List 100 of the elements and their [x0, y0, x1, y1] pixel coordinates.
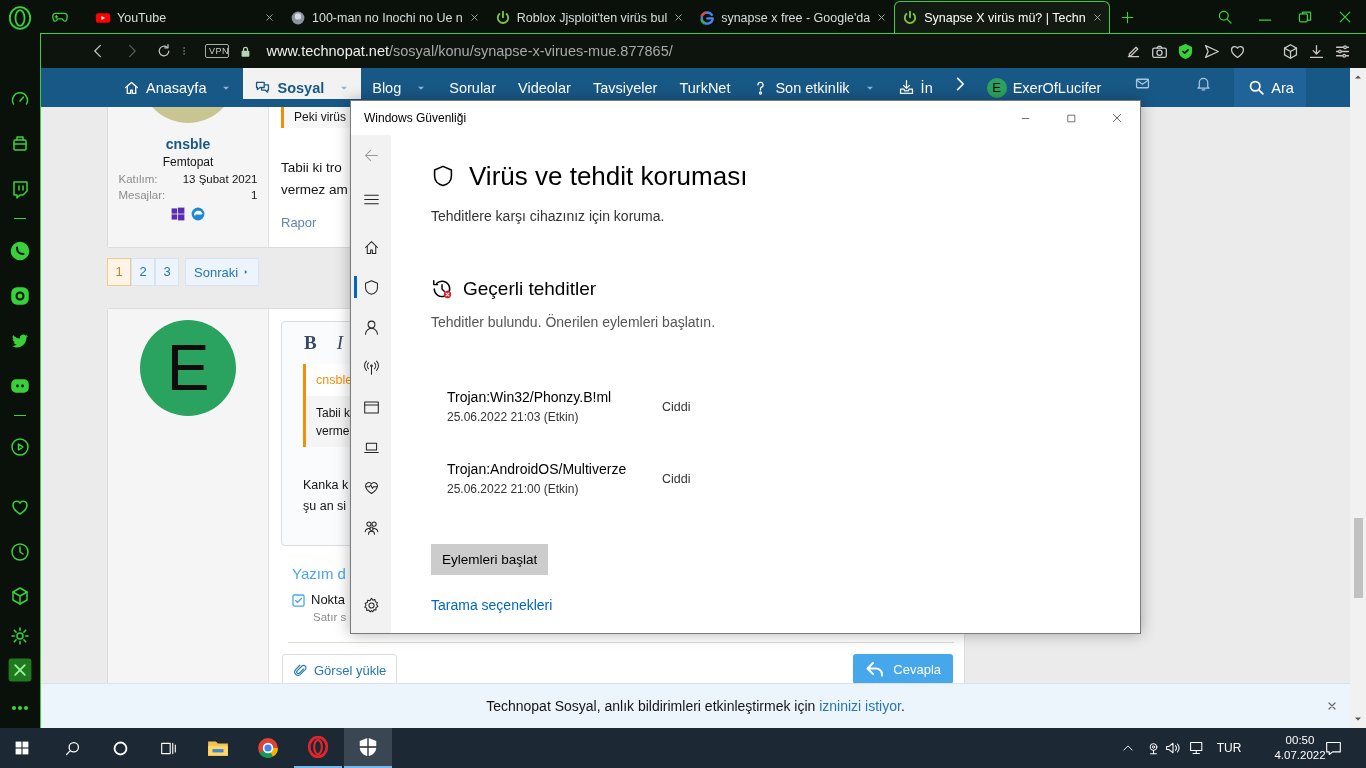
- network-icon[interactable]: [1189, 740, 1205, 756]
- browser-logo[interactable]: [8, 6, 32, 30]
- format-button[interactable]: I: [336, 332, 343, 354]
- nav-tab[interactable]: Sosyal: [243, 68, 362, 99]
- page-link[interactable]: 3: [155, 258, 179, 286]
- next-page-button[interactable]: Sonraki: [185, 258, 260, 286]
- nav-tab[interactable]: Tavsiyeler: [581, 68, 669, 99]
- close-icon[interactable]: [264, 12, 275, 23]
- search-button[interactable]: Ara: [1234, 68, 1306, 107]
- notification-text: Technopat Sosyal, anlık bildirimleri etkinleştirmek için izninizi istiyor.: [486, 698, 905, 714]
- power-icon: [494, 9, 511, 26]
- maximize-icon[interactable]: [1065, 112, 1077, 124]
- restore-icon[interactable]: [1297, 9, 1313, 25]
- checkbox[interactable]: [292, 593, 305, 607]
- volume-icon[interactable]: [1165, 740, 1181, 756]
- search-icon[interactable]: [1217, 9, 1233, 25]
- vpn-badge[interactable]: VPN: [205, 44, 229, 58]
- nav-tab[interactable]: İn: [886, 68, 944, 99]
- shield-icon: [357, 736, 379, 758]
- nav-tab[interactable]: Blog: [361, 68, 439, 99]
- shield-check-icon[interactable]: [1177, 42, 1194, 60]
- upload-image-button[interactable]: Görsel yükle: [282, 654, 398, 683]
- bell-icon[interactable]: [1195, 75, 1213, 92]
- cube-icon[interactable]: [1282, 42, 1299, 60]
- nav-tab[interactable]: Sorular: [438, 68, 507, 99]
- browser-tab[interactable]: Roblox Jjsploit'ten virüs bul: [486, 1, 692, 33]
- close-icon[interactable]: [468, 12, 480, 23]
- option-hint: Satır s: [312, 610, 348, 625]
- nav-tab[interactable]: TurkNet: [668, 68, 742, 99]
- threat-severity: Ciddi: [662, 471, 692, 486]
- window-panes-icon: [170, 206, 186, 222]
- person-icon: [362, 318, 380, 336]
- chat-app-icon[interactable]: [10, 376, 30, 396]
- download-icon[interactable]: [1308, 42, 1325, 60]
- nav-tab[interactable]: Anasayfa: [112, 68, 244, 99]
- permission-link[interactable]: izninizi istiyor: [819, 698, 901, 714]
- g-logo-icon: [699, 9, 716, 26]
- browser-tab[interactable]: YouTube: [87, 1, 282, 33]
- shield-icon: [362, 278, 380, 296]
- close-icon[interactable]: [1337, 9, 1353, 25]
- clock-time[interactable]: 00:50: [1285, 733, 1315, 748]
- close-icon[interactable]: [1091, 12, 1103, 23]
- threat-date: 25.06.2022 21:03 (Etkin): [447, 409, 580, 425]
- clock-icon[interactable]: [10, 542, 30, 562]
- account-menu[interactable]: E ExerOfLucifer: [975, 68, 1113, 99]
- close-icon[interactable]: [876, 12, 888, 23]
- section-text: Tehditler bulundu. Önerilen eylemleri başlatın.: [431, 313, 717, 331]
- stat-label: Mesajlar:: [118, 188, 166, 203]
- phone-bubble-icon[interactable]: [10, 241, 30, 261]
- notification-icon[interactable]: [1324, 739, 1342, 757]
- scan-options-link[interactable]: Tarama seçenekleri: [431, 596, 553, 614]
- format-button[interactable]: B: [304, 332, 317, 354]
- scrollbar-thumb[interactable]: [1353, 518, 1363, 598]
- section-heading: Geçerli tehditler: [463, 277, 597, 301]
- user-avatar: E: [140, 320, 236, 416]
- clock-date[interactable]: 4.07.2022: [1274, 748, 1326, 763]
- new-tab-icon[interactable]: [1119, 9, 1135, 25]
- post-text-line: Tabii ki tro: [281, 159, 342, 177]
- browser-tab[interactable]: 100-man no Inochi no Ue n: [282, 1, 487, 33]
- send-icon[interactable]: [1203, 42, 1220, 60]
- antenna-icon: [362, 358, 380, 376]
- chrome-icon: [257, 737, 279, 759]
- close-icon[interactable]: [1111, 112, 1123, 124]
- user-name[interactable]: cnsble: [165, 135, 211, 153]
- stat-label: Katılım:: [118, 172, 158, 187]
- reply-text: Kanka k şu an si: [303, 477, 349, 515]
- start-icon[interactable]: [14, 740, 30, 756]
- close-icon[interactable]: [673, 12, 685, 23]
- bag-icon[interactable]: [10, 133, 30, 153]
- url-text[interactable]: www.technopat.net/sosyal/konu/synapse-x-virues-mue.877865/: [266, 43, 673, 59]
- search-icon: [1248, 79, 1266, 96]
- report-link[interactable]: Rapor: [281, 214, 317, 232]
- chat-bubble-icon[interactable]: [10, 179, 30, 199]
- reload-icon[interactable]: [156, 43, 172, 59]
- site-icon: [290, 9, 306, 26]
- browser-tab[interactable]: Synapse X virüs mü? | Techn: [894, 1, 1110, 33]
- camera-icon[interactable]: [10, 286, 30, 306]
- page-link[interactable]: 2: [131, 258, 155, 286]
- paperclip-icon: [293, 662, 308, 678]
- start-actions-button[interactable]: Eylemleri başlat: [431, 544, 549, 575]
- sliders-icon[interactable]: [1334, 42, 1351, 60]
- taskbar-app[interactable]: [344, 728, 392, 768]
- heart-icon[interactable]: [10, 497, 30, 517]
- tools-icon[interactable]: [8, 658, 32, 682]
- page-subtitle: Tehditlere karşı cihazınız için koruma.: [431, 207, 666, 225]
- browser-tab[interactable]: synapse x free - Google'da: [691, 1, 895, 33]
- search-icon[interactable]: [63, 739, 81, 757]
- stat-value: 13 Şubat 2021: [182, 172, 258, 187]
- home-icon: [362, 238, 380, 256]
- cube-icon[interactable]: [10, 586, 30, 606]
- language-indicator[interactable]: TUR: [1216, 741, 1242, 755]
- close-icon[interactable]: [1326, 700, 1338, 712]
- browser-window-icon: [362, 398, 380, 416]
- nav-tab[interactable]: Son etkinlik: [741, 68, 887, 99]
- window-title: Windows Güvenliği: [363, 111, 467, 125]
- nav-tab[interactable]: Videolar: [507, 68, 582, 99]
- play-icon[interactable]: [10, 437, 30, 457]
- tray-download-icon: [897, 79, 915, 96]
- chat-icon: [254, 79, 272, 96]
- options-heading: Yazım d: [292, 564, 347, 584]
